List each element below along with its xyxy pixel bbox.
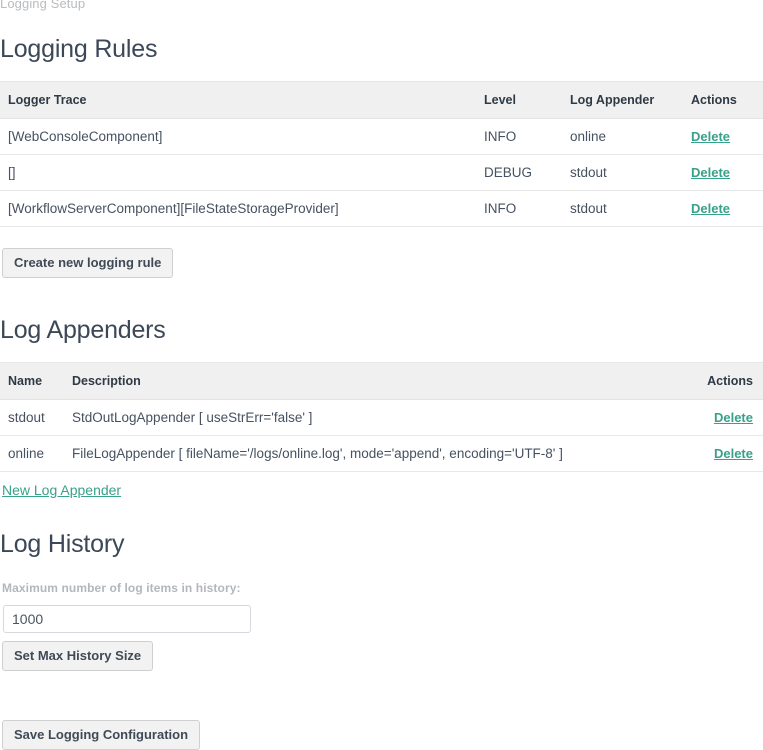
cell-appender-description: StdOutLogAppender [ useStrErr='false' ] (64, 400, 673, 436)
cell-actions: Delete (673, 400, 763, 436)
max-history-size-input[interactable] (3, 605, 251, 633)
cell-appender-name: online (0, 436, 64, 472)
cell-logger-trace: [WorkflowServerComponent][FileStateStora… (0, 191, 476, 227)
column-header-actions: Actions (673, 363, 763, 400)
cell-logger-trace: [] (0, 155, 476, 191)
column-header-log-appender: Log Appender (562, 82, 683, 119)
cell-level: INFO (476, 119, 562, 155)
log-appenders-heading: Log Appenders (0, 315, 166, 345)
cell-level: DEBUG (476, 155, 562, 191)
table-row: [WorkflowServerComponent][FileStateStora… (0, 191, 763, 227)
cell-actions: Delete (683, 191, 763, 227)
delete-appender-link[interactable]: Delete (714, 446, 753, 461)
logging-rules-heading: Logging Rules (0, 34, 157, 64)
set-max-history-size-button[interactable]: Set Max History Size (2, 641, 153, 671)
max-history-size-label: Maximum number of log items in history: (2, 581, 241, 595)
cell-log-appender: online (562, 119, 683, 155)
column-header-actions: Actions (683, 82, 763, 119)
table-row: [WebConsoleComponent] INFO online Delete (0, 119, 763, 155)
column-header-description: Description (64, 363, 673, 400)
save-logging-configuration-button[interactable]: Save Logging Configuration (2, 720, 200, 750)
new-log-appender-link[interactable]: New Log Appender (2, 482, 121, 498)
breadcrumb: Logging Setup (0, 0, 85, 12)
log-appenders-table-header: Name Description Actions (0, 363, 763, 400)
logging-rules-table-wrapper: Logger Trace Level Log Appender Actions … (0, 81, 763, 227)
table-row: online FileLogAppender [ fileName='/logs… (0, 436, 763, 472)
delete-rule-link[interactable]: Delete (691, 165, 730, 180)
cell-actions: Delete (683, 155, 763, 191)
log-appenders-table: Name Description Actions stdout StdOutLo… (0, 362, 763, 472)
create-new-logging-rule-button[interactable]: Create new logging rule (2, 248, 173, 278)
column-header-name: Name (0, 363, 64, 400)
table-header-row: Logger Trace Level Log Appender Actions (0, 82, 763, 119)
table-header-row: Name Description Actions (0, 363, 763, 400)
table-row: stdout StdOutLogAppender [ useStrErr='fa… (0, 400, 763, 436)
delete-rule-link[interactable]: Delete (691, 201, 730, 216)
cell-appender-name: stdout (0, 400, 64, 436)
cell-appender-description: FileLogAppender [ fileName='/logs/online… (64, 436, 673, 472)
delete-rule-link[interactable]: Delete (691, 129, 730, 144)
table-row: [] DEBUG stdout Delete (0, 155, 763, 191)
log-appenders-table-wrapper: Name Description Actions stdout StdOutLo… (0, 362, 763, 472)
column-header-logger-trace: Logger Trace (0, 82, 476, 119)
column-header-level: Level (476, 82, 562, 119)
cell-level: INFO (476, 191, 562, 227)
cell-logger-trace: [WebConsoleComponent] (0, 119, 476, 155)
cell-log-appender: stdout (562, 155, 683, 191)
logging-rules-table-body: [WebConsoleComponent] INFO online Delete… (0, 119, 763, 227)
delete-appender-link[interactable]: Delete (714, 410, 753, 425)
cell-actions: Delete (673, 436, 763, 472)
logging-rules-table: Logger Trace Level Log Appender Actions … (0, 81, 763, 227)
cell-actions: Delete (683, 119, 763, 155)
log-appenders-table-body: stdout StdOutLogAppender [ useStrErr='fa… (0, 400, 763, 472)
logging-setup-page: Logging Setup Logging Rules Logger Trace… (0, 0, 763, 749)
logging-rules-table-header: Logger Trace Level Log Appender Actions (0, 82, 763, 119)
cell-log-appender: stdout (562, 191, 683, 227)
log-history-heading: Log History (0, 529, 124, 559)
